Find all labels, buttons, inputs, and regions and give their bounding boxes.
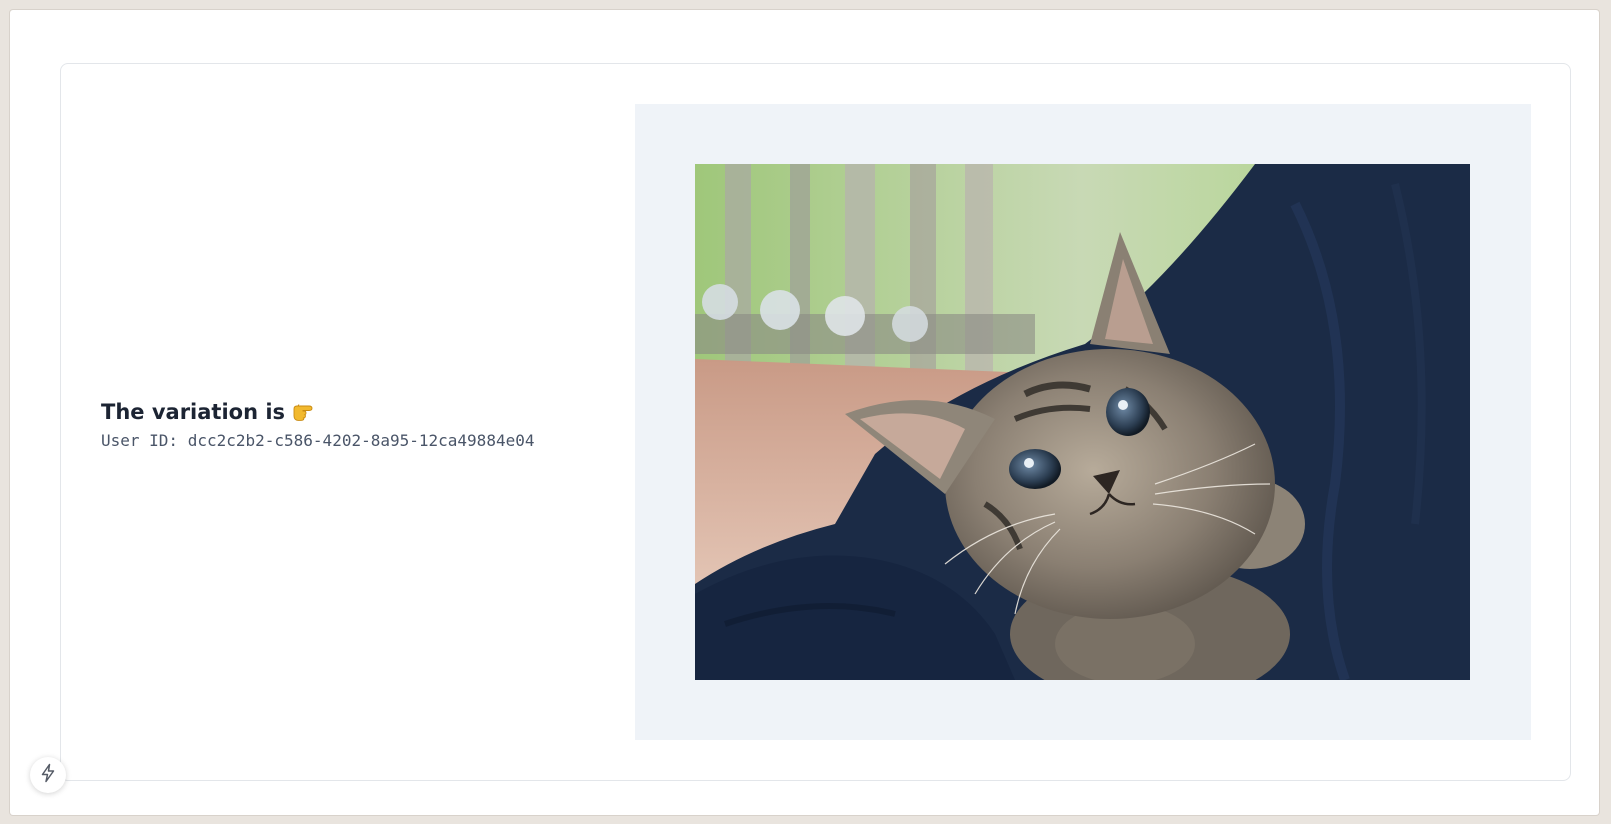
pointing-right-icon xyxy=(291,401,317,423)
user-id-label: User ID: dcc2c2b2-c586-4202-8a95-12ca498… xyxy=(101,431,535,450)
lightning-bolt-button[interactable] xyxy=(30,757,66,793)
experiment-card: The variation is User ID: dcc2c2b2-c586-… xyxy=(60,63,1571,781)
variation-info: The variation is User ID: dcc2c2b2-c586-… xyxy=(101,398,621,452)
browser-viewport: The variation is User ID: dcc2c2b2-c586-… xyxy=(10,10,1599,815)
variation-heading: The variation is xyxy=(101,398,621,426)
variation-heading-text: The variation is xyxy=(101,400,286,424)
kitten-image xyxy=(695,164,1470,680)
lightning-bolt-icon xyxy=(39,763,57,787)
image-panel xyxy=(635,104,1531,740)
